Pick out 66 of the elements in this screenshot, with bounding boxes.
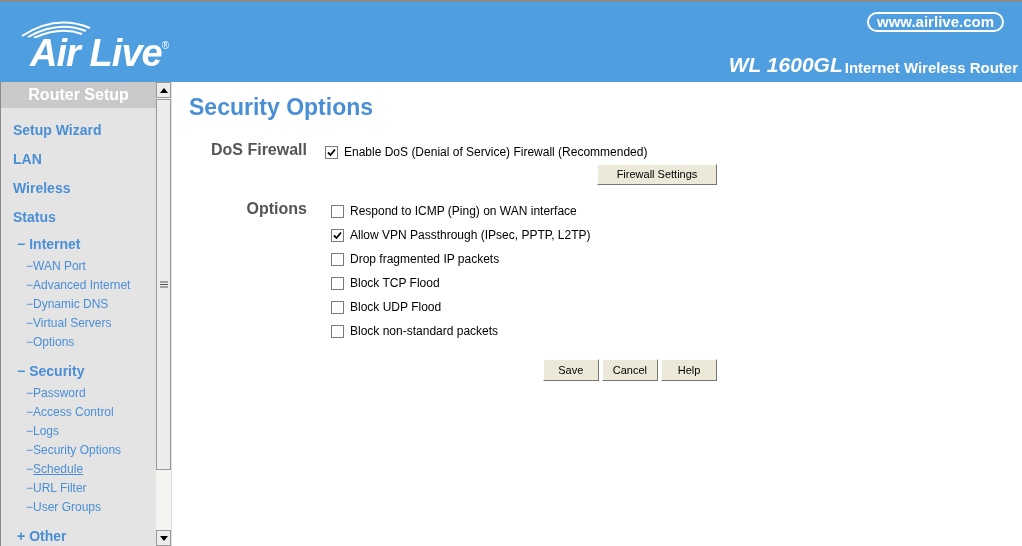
checkbox[interactable] [325, 145, 338, 159]
group-toggle[interactable]: − [17, 360, 26, 382]
nav-group[interactable]: Other [29, 525, 67, 546]
logo-text: Air Live [30, 34, 162, 72]
nav-subitem[interactable]: Schedule [33, 459, 84, 478]
option-label: Block TCP Flood [350, 275, 440, 292]
page-title: Security Options [189, 94, 375, 120]
nav-subitem[interactable]: Security Options [33, 440, 122, 459]
product-name: Internet Wireless Router [844, 60, 1018, 75]
section-label: Options [246, 199, 307, 219]
nav-subitem[interactable]: WAN Port [33, 256, 86, 275]
dash-icon: − [26, 421, 33, 440]
group-toggle[interactable]: − [17, 233, 26, 255]
dash-icon: − [26, 440, 33, 459]
nav-group[interactable]: Internet [29, 233, 81, 255]
option-label: Respond to ICMP (Ping) on WAN interface [350, 203, 577, 220]
option-label: Block UDP Flood [350, 299, 442, 316]
checkbox[interactable] [331, 276, 344, 290]
action-button[interactable]: Help [661, 359, 717, 381]
firewall-settings-button[interactable]: Firewall Settings [597, 164, 717, 185]
dash-icon: − [26, 478, 33, 497]
nav-subitem[interactable]: User Groups [33, 497, 102, 516]
checkbox[interactable] [331, 324, 344, 338]
scrollbar[interactable] [156, 82, 172, 546]
nav-link[interactable]: Setup Wizard [1, 116, 157, 145]
option-label: Allow VPN Passthrough (IPsec, PPTP, L2TP) [350, 227, 591, 244]
scroll-up-icon[interactable] [156, 82, 171, 98]
nav-link[interactable]: Status [1, 203, 157, 232]
option-label: Enable DoS (Denial of Service) Firewall (Recommended) [344, 144, 648, 161]
checkbox[interactable] [331, 228, 344, 242]
dash-icon: − [26, 294, 33, 313]
nav-group[interactable]: Security [29, 360, 85, 382]
check-icon [327, 147, 336, 157]
dash-icon: − [26, 497, 33, 516]
nav-subitem[interactable]: Access Control [33, 402, 114, 421]
nav-subitem[interactable]: URL Filter [33, 478, 87, 497]
nav-subitem[interactable]: Options [33, 332, 75, 351]
website-badge: www.airlive.com [867, 12, 1004, 32]
nav-subitem[interactable]: Dynamic DNS [33, 294, 109, 313]
dash-icon: − [26, 383, 33, 402]
dash-icon: − [26, 313, 33, 332]
nav-subitem[interactable]: Virtual Servers [33, 313, 112, 332]
dash-icon: − [26, 256, 33, 275]
check-icon [333, 230, 342, 240]
group-toggle[interactable]: + [17, 525, 26, 546]
section-label: DoS Firewall [210, 140, 307, 160]
registered-mark: ® [161, 40, 170, 51]
checkbox[interactable] [331, 204, 344, 218]
dash-icon: − [26, 402, 33, 421]
dash-icon: − [26, 332, 33, 351]
nav-subitem[interactable]: Advanced Internet [33, 275, 131, 294]
model-name: WL 1600GL [728, 54, 843, 75]
option-label: Drop fragmented IP packets [350, 251, 500, 268]
nav-subitem[interactable]: Password [33, 383, 86, 402]
dash-icon: − [26, 459, 33, 478]
scroll-down-icon[interactable] [156, 530, 171, 546]
option-label: Block non-standard packets [350, 323, 499, 340]
nav-link[interactable]: LAN [1, 145, 157, 174]
action-button[interactable]: Save [542, 359, 599, 381]
scroll-thumb[interactable] [156, 99, 171, 470]
checkbox[interactable] [331, 252, 344, 266]
checkbox[interactable] [331, 300, 344, 314]
dash-icon: − [26, 275, 33, 294]
nav-subitem[interactable]: Logs [33, 421, 60, 440]
nav-link[interactable]: Wireless [1, 174, 157, 203]
action-button[interactable]: Cancel [601, 359, 658, 381]
